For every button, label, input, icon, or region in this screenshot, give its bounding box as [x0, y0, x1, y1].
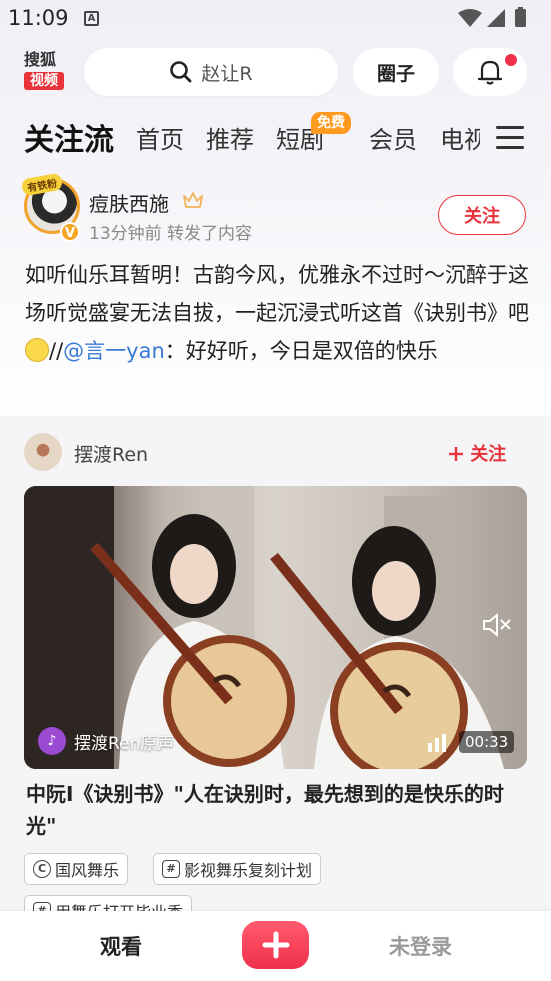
emoji-icon [25, 338, 49, 362]
notification-button[interactable] [453, 48, 527, 96]
circle-button[interactable]: 圈子 [353, 48, 439, 96]
nav-watch[interactable]: 观看 [100, 931, 142, 961]
post-text-main: 如听仙乐耳暂明！古韵今风，优雅永不过时～沉醉于这场听觉盛宴无法自拔，一起沉浸式听… [25, 263, 529, 325]
video-duration: 00:33 [459, 731, 515, 753]
follow-button[interactable]: 关注 [438, 195, 526, 235]
tag-label: 影视舞乐复刻计划 [184, 861, 313, 880]
repost-follow-label: 关注 [470, 444, 507, 465]
menu-icon[interactable] [496, 126, 524, 150]
repost-separator: // [49, 339, 64, 363]
post-text: 如听仙乐耳暂明！古韵今风，优雅永不过时～沉醉于这场听觉盛宴无法自拔，一起沉浸式听… [25, 256, 530, 370]
unread-dot [505, 54, 517, 66]
channel-tabs: 关注流 首页 推荐 短剧 免费 会员 电视剧 [0, 112, 551, 162]
verified-icon: V [60, 222, 80, 242]
free-badge: 免费 [311, 112, 351, 134]
publish-button[interactable] [242, 921, 309, 969]
repost-author-name[interactable]: 摆渡Ren [74, 440, 148, 467]
volume-bars-icon [428, 734, 446, 752]
author-name[interactable]: 痘肤西施 [89, 188, 169, 217]
crown-icon [183, 192, 203, 208]
plus-icon [262, 931, 289, 959]
tab-follow-feed[interactable]: 关注流 [24, 115, 114, 159]
bell-icon [477, 60, 503, 85]
tab-recommend[interactable]: 推荐 [206, 120, 254, 155]
audio-label: 摆渡Ren原声 [74, 733, 175, 754]
battery-icon [515, 9, 526, 27]
logo-top-text: 搜狐 [24, 50, 57, 69]
repost-follow-button[interactable]: 关注 [448, 440, 506, 466]
repost-card[interactable]: 摆渡Ren 关注 ♪ 摆渡Ren原声 00:33 中阮I《诀别书》"人在诀别时，… [0, 416, 551, 927]
status-icons [458, 7, 526, 27]
post-meta: 13分钟前 转发了内容 [89, 224, 253, 244]
tag-label: 国风舞乐 [55, 861, 120, 880]
sohu-video-logo[interactable]: 搜狐 视频 [24, 50, 68, 94]
bottom-nav: 观看 未登录 [0, 911, 551, 981]
post-header: 有铁粉 V 痘肤西施 13分钟前 转发了内容 关注 [0, 172, 551, 252]
topic-circle-icon: C [33, 860, 51, 878]
search-box[interactable]: 赵让R [84, 48, 338, 96]
wifi-icon [458, 9, 482, 27]
video-player[interactable]: ♪ 摆渡Ren原声 00:33 [24, 486, 527, 769]
logo-bottom-text: 视频 [24, 72, 64, 90]
video-title[interactable]: 中阮I《诀别书》"人在诀别时，最先想到的是快乐的时光" [26, 778, 526, 842]
hashtag-icon: # [162, 860, 180, 878]
nav-login[interactable]: 未登录 [389, 931, 452, 961]
mute-icon[interactable] [481, 611, 513, 639]
topic-tag[interactable]: # 影视舞乐复刻计划 [153, 853, 322, 885]
tab-vip[interactable]: 会员 [369, 120, 417, 155]
post-text-tail: ：好好听，今日是双倍的快乐 [164, 339, 438, 363]
status-bar: 11:09 A [0, 0, 551, 38]
search-text: 赵让R [201, 62, 253, 85]
header: 搜狐 视频 赵让R 圈子 [0, 44, 551, 104]
music-note-icon: ♪ [38, 727, 66, 755]
signal-icon [487, 9, 505, 27]
search-icon [170, 61, 192, 83]
topic-tag[interactable]: C 国风舞乐 [24, 853, 129, 885]
notification-icon: A [84, 11, 99, 26]
tab-tv-series[interactable]: 电视剧 [440, 120, 480, 155]
status-time: 11:09 [8, 6, 69, 30]
tab-clip: 电视剧 [440, 112, 480, 162]
plus-icon [449, 447, 463, 461]
repost-avatar[interactable] [24, 433, 62, 471]
original-audio-chip[interactable]: ♪ 摆渡Ren原声 [38, 727, 174, 755]
mention-link[interactable]: @言一yan [63, 339, 165, 363]
tab-home[interactable]: 首页 [136, 120, 184, 155]
